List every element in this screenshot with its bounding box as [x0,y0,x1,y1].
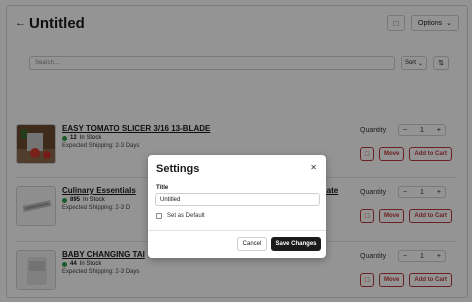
set-default-label: Set as Default [167,213,205,219]
modal-title: Settings [156,163,200,175]
set-default-row[interactable]: Set as Default [156,213,205,219]
title-input[interactable]: Untitled [155,193,320,206]
save-changes-button[interactable]: Save Changes [271,237,321,251]
title-field-label: Title [156,185,169,191]
set-default-checkbox[interactable] [156,213,162,219]
settings-modal: Settings ✕ Title Untitled Set as Default… [148,155,326,258]
divider [148,230,326,231]
cancel-button[interactable]: Cancel [237,237,267,251]
close-icon[interactable]: ✕ [310,163,317,172]
